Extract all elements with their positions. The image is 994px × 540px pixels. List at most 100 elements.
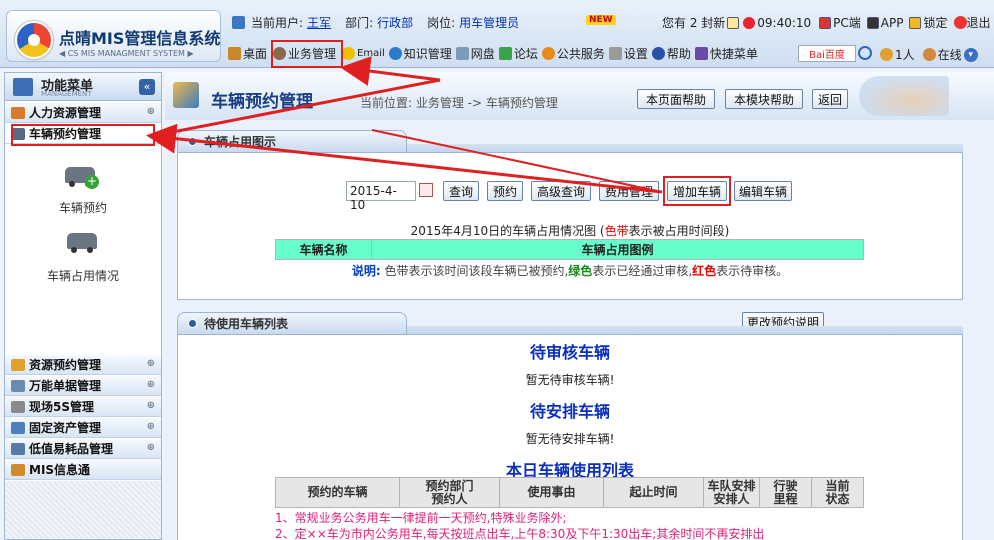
caption-red: 色带 xyxy=(604,224,629,238)
book-button[interactable]: 预约 xyxy=(487,181,523,201)
sidebar-filler xyxy=(5,481,161,539)
module-icon xyxy=(173,82,199,108)
nav-forum[interactable]: 论坛 xyxy=(514,45,538,62)
netdisk-icon xyxy=(455,47,469,60)
sidebar-item-label: 人力资源管理 xyxy=(29,106,102,120)
occupancy-panel-body: 2015-4-10 查询 预约 高级查询 费用管理 增加车辆 编辑车辆 2015… xyxy=(177,152,963,300)
monitor-icon xyxy=(232,16,245,29)
pending-panel-title: 待使用车辆列表 xyxy=(204,317,289,331)
occupancy-panel-title: 车辆占用图示 xyxy=(204,135,277,149)
expand-icon: ⊕ xyxy=(146,106,155,117)
sub-item-vehicle-booking[interactable]: 车辆预约 xyxy=(5,199,161,216)
nav-settings[interactable]: 设置 xyxy=(624,45,648,62)
nav-public[interactable]: 公共服务 xyxy=(557,45,605,62)
car-add-icon[interactable]: + xyxy=(63,161,99,191)
back-button[interactable]: 返回 xyxy=(812,89,848,109)
online-number[interactable]: 1人 xyxy=(895,46,915,63)
knowledge-icon xyxy=(388,47,402,60)
col-occupancy-legend: 车辆占用图例 xyxy=(371,239,864,260)
expand-icon: ⊕ xyxy=(146,442,155,453)
cost-management-button[interactable]: 费用管理 xyxy=(599,181,659,201)
edit-vehicle-button[interactable]: 编辑车辆 xyxy=(734,181,792,201)
pending-panel-header: 待使用车辆列表 xyxy=(177,312,407,334)
sidebar-item-resource[interactable]: 资源预约管理 ⊕ xyxy=(5,355,161,375)
calendar-icon[interactable] xyxy=(419,183,433,197)
dept-label: 部门: xyxy=(345,16,374,30)
app-subtitle: ◀ CS MIS MANAGMENT SYSTEM ▶ xyxy=(59,49,194,58)
nav-desktop[interactable]: 桌面 xyxy=(243,45,267,62)
sidebar-item-label: 万能单据管理 xyxy=(29,379,102,393)
sidebar-item-assets[interactable]: 固定资产管理 ⊕ xyxy=(5,418,161,438)
occupancy-panel-header: 车辆占用图示 xyxy=(177,130,407,152)
nav-help[interactable]: 帮助 xyxy=(667,45,691,62)
app-link[interactable]: APP xyxy=(881,16,904,30)
query-button[interactable]: 查询 xyxy=(443,181,479,201)
col-reason: 使用事由 xyxy=(499,477,604,508)
mis-icon xyxy=(11,463,25,476)
sidebar-item-label: MIS信息通 xyxy=(29,463,91,477)
user-name[interactable]: 王军 xyxy=(307,14,331,31)
sidebar-item-consumables[interactable]: 低值易耗品管理 ⊕ xyxy=(5,439,161,459)
highlight-add-vehicle xyxy=(663,176,731,206)
panel-header-strip xyxy=(407,144,963,152)
legend-label: 说明: xyxy=(351,264,381,278)
document-icon xyxy=(11,379,25,392)
exit-link[interactable]: 退出 xyxy=(967,14,991,31)
col-mileage: 行驶 里程 xyxy=(759,477,812,508)
expand-icon: ⊕ xyxy=(146,379,155,390)
sidebar-item-document[interactable]: 万能单据管理 ⊕ xyxy=(5,376,161,396)
mail-notice[interactable]: 您有 2 封新 xyxy=(662,14,725,31)
advanced-query-button[interactable]: 高级查询 xyxy=(531,181,591,201)
legend-note: 说明: 色带表示该时间该段车辆已被预约,绿色表示已经通过审核,红色表示待审核。 xyxy=(178,262,962,279)
online-label[interactable]: 在线 xyxy=(938,46,962,63)
expand-icon: ⊕ xyxy=(146,400,155,411)
sidebar-item-5s[interactable]: 现场5S管理 ⊕ xyxy=(5,397,161,417)
pc-link[interactable]: PC端 xyxy=(833,14,861,31)
logo-icon xyxy=(15,21,53,59)
lock-icon xyxy=(909,16,922,29)
email-icon xyxy=(342,47,356,60)
sidebar: 功能菜单 MANAGEMENT « 人力资源管理 ⊕ 车辆预约管理 + 车辆预约… xyxy=(4,72,162,540)
baidu-search-box[interactable]: Bai百度 xyxy=(798,45,856,62)
chevron-down-icon[interactable]: ▾ xyxy=(963,47,978,62)
booking-note-1: 1、常规业务公务用车一律提前一天预约,特殊业务除外; xyxy=(275,511,567,525)
col-time: 起止时间 xyxy=(603,477,704,508)
date-input[interactable]: 2015-4-10 xyxy=(346,181,416,212)
nav-email[interactable]: Email xyxy=(357,48,385,59)
sub-item-vehicle-occupancy[interactable]: 车辆占用情况 xyxy=(5,267,161,284)
caption-pre: 2015年4月10日的车辆占用情况图 ( xyxy=(410,224,605,238)
logo: 点晴MIS管理信息系统 ◀ CS MIS MANAGMENT SYSTEM ▶ xyxy=(6,10,221,62)
pending-arrange-title: 待安排车辆 xyxy=(529,402,610,421)
col-vehicle-name: 车辆名称 xyxy=(275,239,372,260)
desktop-icon xyxy=(228,47,241,60)
consumables-icon xyxy=(11,442,25,455)
nav-knowledge[interactable]: 知识管理 xyxy=(404,45,452,62)
qr-icon xyxy=(866,16,879,29)
public-icon xyxy=(541,47,555,60)
collapse-icon[interactable]: « xyxy=(139,79,155,95)
page-help-button[interactable]: 本页面帮助 xyxy=(637,89,715,109)
expand-icon: ⊕ xyxy=(146,421,155,432)
col-status: 当前 状态 xyxy=(811,477,864,508)
pending-arrange-empty: 暂无待安排车辆! xyxy=(525,432,615,446)
lock-link[interactable]: 锁定 xyxy=(923,14,947,31)
hr-icon xyxy=(11,106,25,119)
module-help-button[interactable]: 本模块帮助 xyxy=(725,89,803,109)
online-count: 1人 在线 ▾ xyxy=(880,46,978,63)
user-icon xyxy=(922,48,936,61)
pending-review-title: 待审核车辆 xyxy=(529,343,610,362)
sidebar-subtitle: MANAGEMENT xyxy=(41,90,92,98)
search-icon[interactable] xyxy=(858,46,872,60)
sidebar-item-label: 固定资产管理 xyxy=(29,421,102,435)
sidebar-header: 功能菜单 MANAGEMENT « xyxy=(5,73,161,101)
new-badge: NEW xyxy=(586,15,616,25)
sidebar-item-hr[interactable]: 人力资源管理 ⊕ xyxy=(5,103,161,123)
sidebar-item-mis[interactable]: MIS信息通 xyxy=(5,460,161,480)
post-label: 岗位: xyxy=(427,16,456,30)
sidebar-item-label: 资源预约管理 xyxy=(29,358,102,372)
nav-netdisk[interactable]: 网盘 xyxy=(471,45,495,62)
car-status-icon[interactable] xyxy=(67,227,99,255)
legend-red: 红色 xyxy=(692,264,717,278)
status-bar: 您有 2 封新 09:40:10 PC端 APP 锁定 退出 xyxy=(662,14,991,31)
nav-shortcut[interactable]: 快捷菜单 xyxy=(710,45,758,62)
